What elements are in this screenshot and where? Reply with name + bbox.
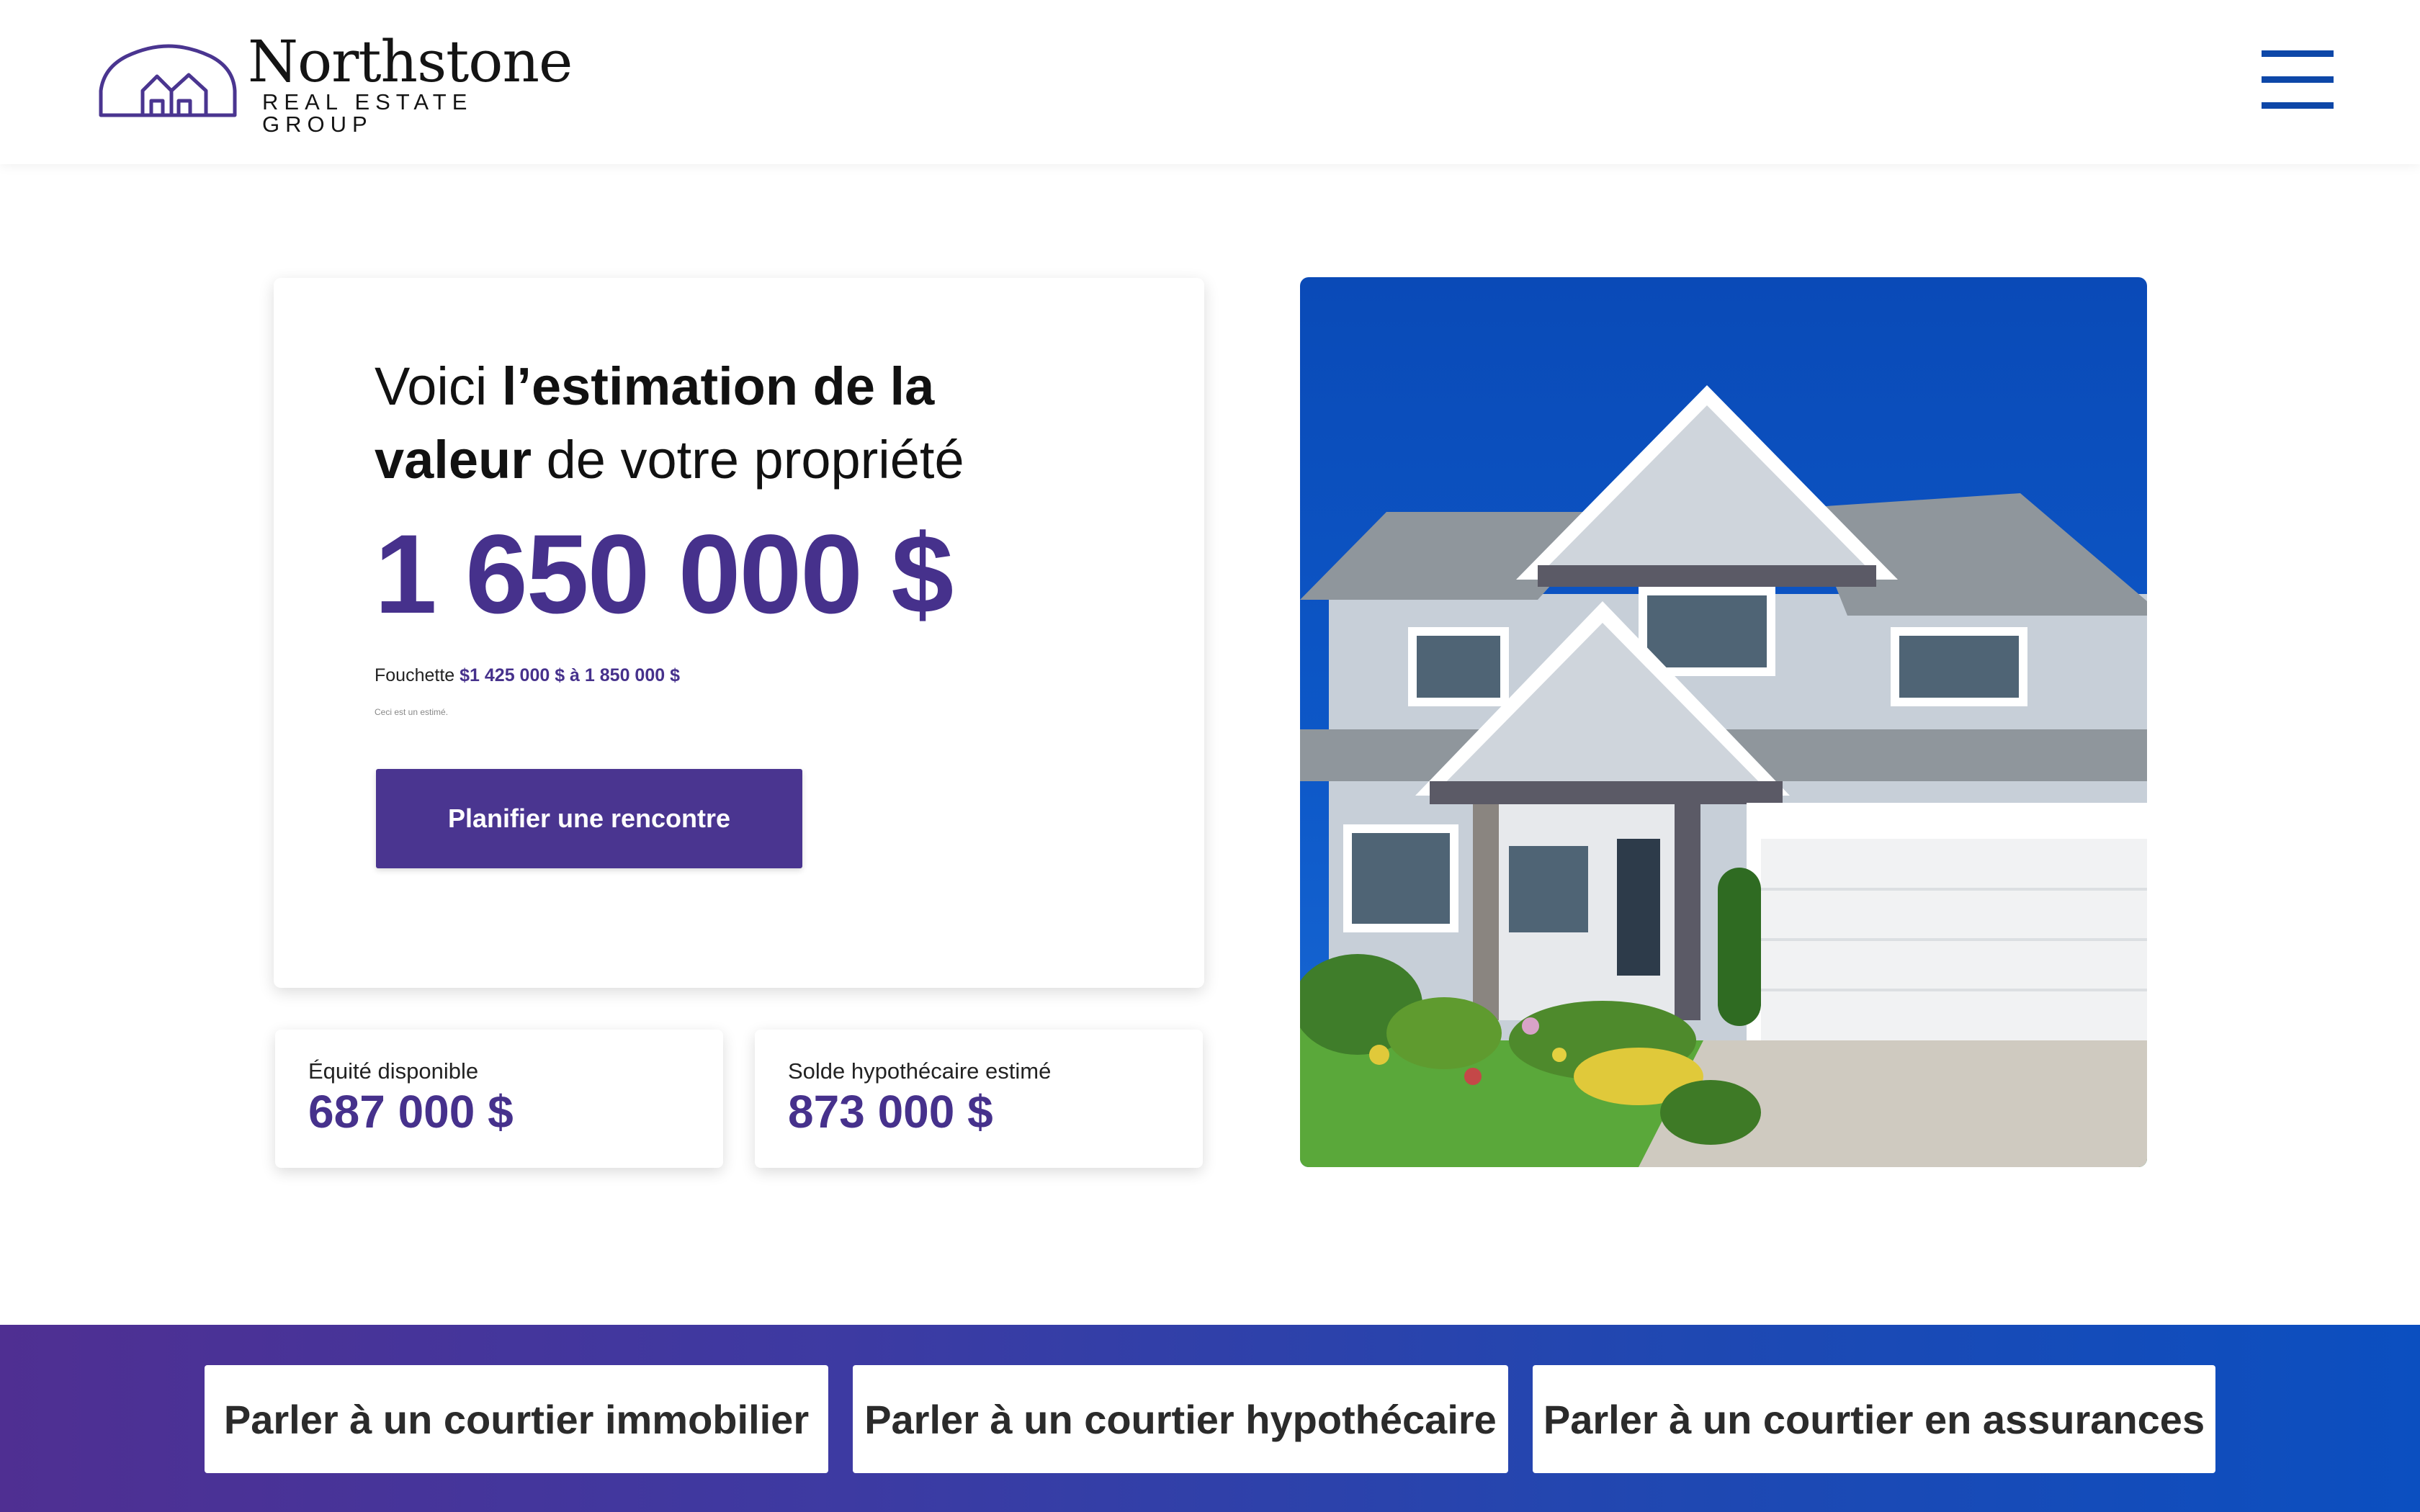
mortgage-balance-value: 873 000 $ (788, 1086, 993, 1138)
range-label: Fouchette (375, 665, 460, 685)
property-photo (1300, 277, 2147, 1167)
heading-text: de votre propriété (532, 430, 964, 490)
menu-bar (2262, 102, 2334, 109)
mortgage-broker-button[interactable]: Parler à un courtier hypothécaire (853, 1365, 1508, 1473)
menu-bar (2262, 50, 2334, 57)
estimate-disclaimer: Ceci est un estimé. (375, 707, 449, 717)
estimated-value: 1 650 000 $ (375, 512, 954, 637)
estimate-card: Voici l’estimation de la valeur de votre … (274, 278, 1204, 988)
equity-card: Équité disponible 687 000 $ (275, 1030, 723, 1168)
estimate-heading: Voici l’estimation de la valeur de votre … (375, 350, 1095, 497)
hamburger-menu-icon[interactable] (2262, 48, 2334, 112)
brand-name: Northstone (248, 28, 573, 95)
mortgage-balance-card: Solde hypothécaire estimé 873 000 $ (755, 1030, 1203, 1168)
schedule-meeting-button[interactable]: Planifier une rencontre (376, 769, 802, 868)
site-header: Northstone REAL ESTATE GROUP (0, 0, 2420, 164)
brand-tagline: REAL ESTATE GROUP (262, 89, 473, 137)
equity-label: Équité disponible (308, 1058, 479, 1084)
heading-text: Voici (375, 356, 502, 416)
heading-bold-text: valeur (375, 430, 532, 490)
house-outline-icon (99, 44, 237, 117)
estimate-range: Fouchette $1 425 000 $ à 1 850 000 $ (375, 665, 680, 686)
broker-contact-band: Parler à un courtier immobilier Parler à… (0, 1325, 2420, 1512)
real-estate-broker-button[interactable]: Parler à un courtier immobilier (205, 1365, 828, 1473)
heading-bold-text: l’estimation de la (501, 356, 935, 416)
range-value: $1 425 000 $ à 1 850 000 $ (460, 665, 680, 685)
menu-bar (2262, 76, 2334, 83)
equity-value: 687 000 $ (308, 1086, 514, 1138)
insurance-broker-button[interactable]: Parler à un courtier en assurances (1533, 1365, 2215, 1473)
brand-logo[interactable]: Northstone REAL ESTATE GROUP (98, 33, 588, 135)
mortgage-balance-label: Solde hypothécaire estimé (788, 1058, 1052, 1084)
